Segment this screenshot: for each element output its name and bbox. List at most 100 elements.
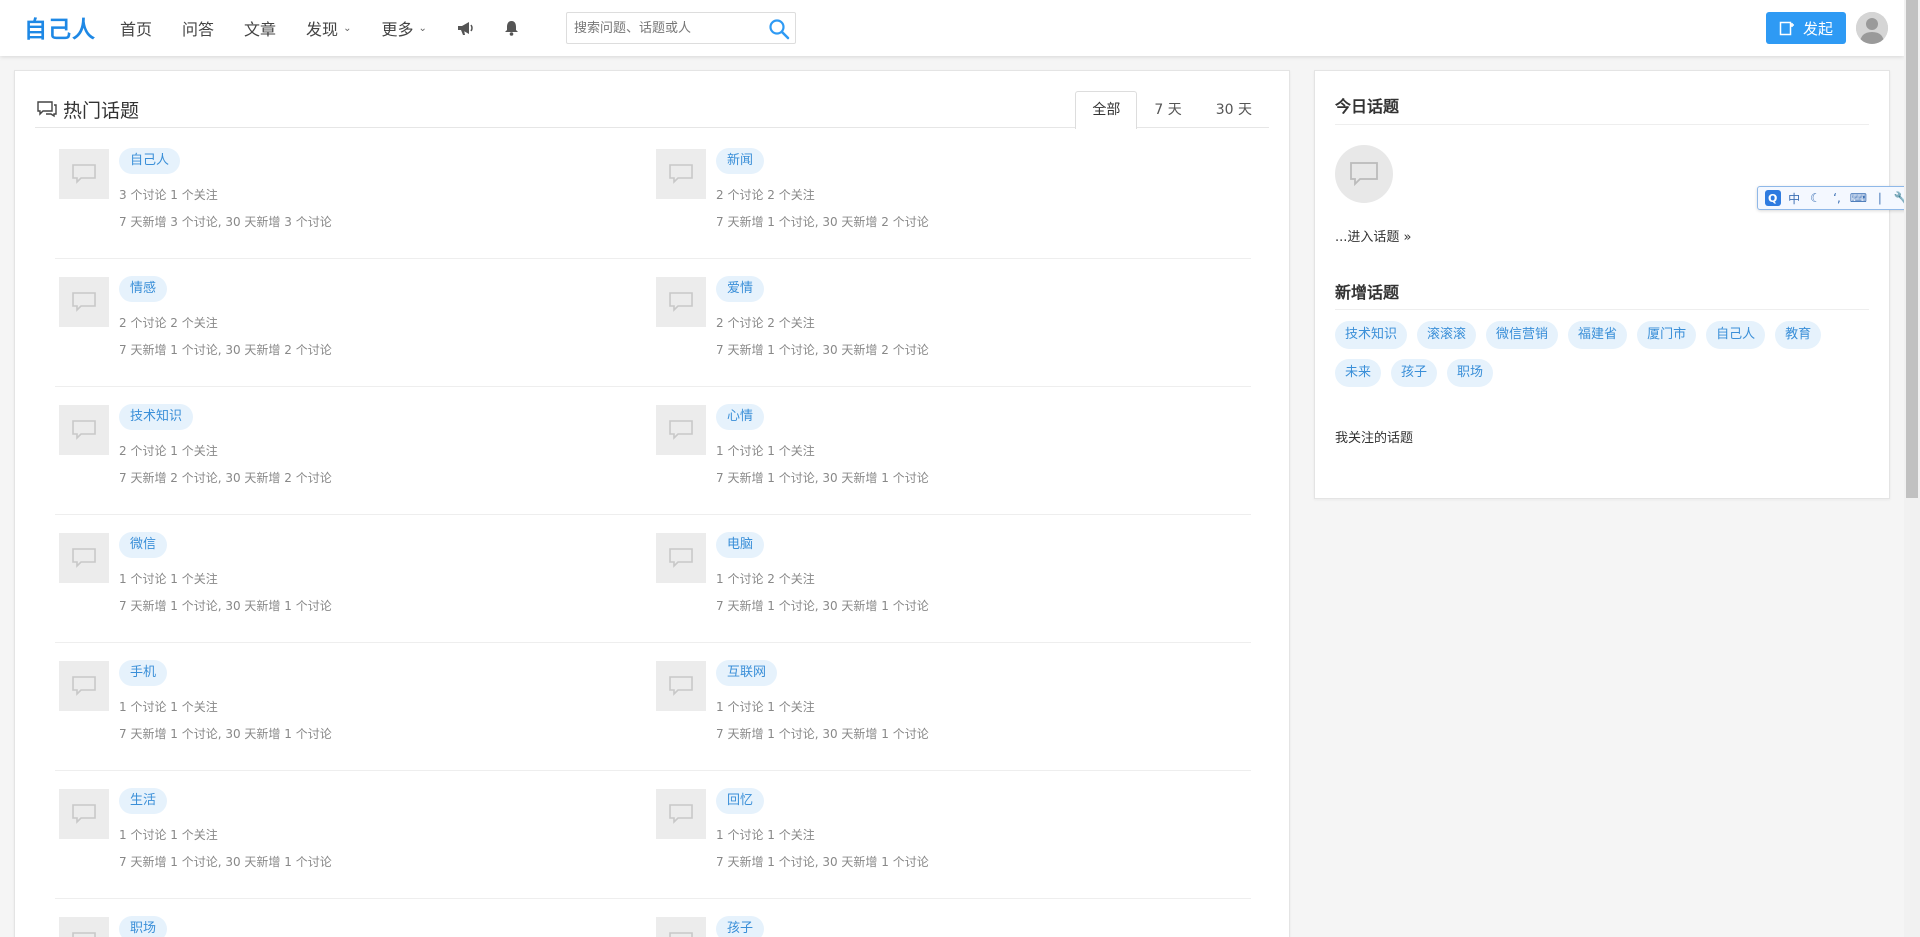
- comment-bubble-icon: [72, 676, 96, 696]
- topic-stats: 2 个讨论 2 个关注: [716, 188, 815, 202]
- topic-tag[interactable]: 技术知识: [1335, 321, 1408, 349]
- topic-thumbnail[interactable]: [656, 277, 706, 327]
- topic-thumbnail[interactable]: [59, 789, 109, 839]
- topic-tag[interactable]: 福建省: [1568, 321, 1628, 349]
- topic-tag[interactable]: 爱情: [716, 276, 765, 302]
- topic-recent-stats: 7 天新增 1 个讨论, 30 天新增 2 个讨论: [716, 215, 929, 229]
- topic-stats: 2 个讨论 2 个关注: [716, 316, 815, 330]
- divider: [1335, 309, 1869, 310]
- tab-30-days[interactable]: 30 天: [1199, 91, 1269, 129]
- topic-tag[interactable]: 互联网: [716, 660, 778, 686]
- topic-thumbnail[interactable]: [656, 789, 706, 839]
- topic-stats: 1 个讨论 2 个关注: [716, 572, 815, 586]
- ime-logo-icon[interactable]: Q: [1764, 190, 1781, 206]
- scrollbar-thumb[interactable]: [1906, 0, 1918, 498]
- tab-7-days[interactable]: 7 天: [1137, 91, 1198, 129]
- topic-thumbnail[interactable]: [59, 277, 109, 327]
- topic-thumbnail[interactable]: [59, 661, 109, 711]
- topic-tag[interactable]: 教育: [1775, 321, 1822, 349]
- nav-questions[interactable]: 问答: [182, 16, 214, 40]
- punctuation-icon[interactable]: ‘,: [1829, 190, 1845, 206]
- search-icon[interactable]: [767, 17, 791, 41]
- bell-icon[interactable]: [504, 20, 519, 36]
- comment-bubble-icon: [669, 548, 693, 568]
- top-navbar: 自己人 首页 问答 文章 发现 ⌄ 更多 ⌄ 发起: [0, 0, 1904, 56]
- topic-recent-stats: 7 天新增 1 个讨论, 30 天新增 2 个讨论: [716, 343, 929, 357]
- topic-tag[interactable]: 职场: [1447, 359, 1494, 387]
- topic-recent-stats: 7 天新增 1 个讨论, 30 天新增 2 个讨论: [119, 343, 332, 357]
- row-divider: [55, 386, 1251, 387]
- search-input[interactable]: [567, 13, 757, 43]
- compose-icon: [1779, 21, 1794, 36]
- topic-stats: 1 个讨论 1 个关注: [119, 828, 218, 842]
- topic-thumbnail[interactable]: [59, 149, 109, 199]
- topic-tag[interactable]: 厦门市: [1637, 321, 1697, 349]
- topic-tag[interactable]: 职场: [119, 916, 168, 937]
- hot-topics-panel: 热门话题 全部 7 天 30 天 自己人 3 个讨论 1 个关注 7 天新增 3 个…: [14, 70, 1290, 937]
- nav-home-label: 首页: [120, 20, 153, 39]
- comment-bubble-icon: [1350, 162, 1378, 187]
- topic-recent-stats: 7 天新增 1 个讨论, 30 天新增 1 个讨论: [716, 727, 929, 741]
- topic-tag[interactable]: 生活: [119, 788, 168, 814]
- topic-tag[interactable]: 微信营销: [1486, 321, 1559, 349]
- page-title-text: 热门话题: [63, 100, 140, 122]
- ime-toolbar: Q 中 ☾ ‘, ⌨ ∣ 🔧: [1757, 186, 1917, 210]
- topic-tag[interactable]: 心情: [716, 404, 765, 430]
- topic-thumbnail[interactable]: [656, 405, 706, 455]
- topic-recent-stats: 7 天新增 1 个讨论, 30 天新增 1 个讨论: [716, 471, 929, 485]
- topic-stats: 1 个讨论 1 个关注: [716, 444, 815, 458]
- topic-tag[interactable]: 手机: [119, 660, 168, 686]
- topic-tag[interactable]: 孩子: [1391, 359, 1438, 387]
- comments-icon: [37, 100, 57, 117]
- chevron-down-icon: ⌄: [343, 22, 352, 34]
- topic-thumbnail[interactable]: [656, 917, 706, 937]
- topic-tag[interactable]: 微信: [119, 532, 168, 558]
- split-icon[interactable]: ∣: [1872, 190, 1888, 206]
- topic-tag[interactable]: 孩子: [716, 916, 765, 937]
- topic-tag[interactable]: 情感: [119, 276, 168, 302]
- topic-tag[interactable]: 新闻: [716, 148, 765, 174]
- site-logo[interactable]: 自己人: [24, 10, 96, 44]
- topic-stats: 1 个讨论 1 个关注: [119, 700, 218, 714]
- megaphone-icon[interactable]: [457, 21, 474, 36]
- nav-articles[interactable]: 文章: [244, 16, 276, 40]
- today-topic-thumbnail[interactable]: [1335, 145, 1393, 203]
- enter-topic-link[interactable]: ...进入话题 »: [1335, 226, 1411, 245]
- topic-thumbnail[interactable]: [59, 533, 109, 583]
- topic-recent-stats: 7 天新增 1 个讨论, 30 天新增 1 个讨论: [716, 599, 929, 613]
- nav-more-dropdown[interactable]: 更多 ⌄: [381, 16, 426, 40]
- topic-tag[interactable]: 滚滚滚: [1417, 321, 1477, 349]
- topic-thumbnail[interactable]: [59, 917, 109, 937]
- topic-tag[interactable]: 回忆: [716, 788, 765, 814]
- topic-tag[interactable]: 未来: [1335, 359, 1382, 387]
- topic-tag[interactable]: 自己人: [1706, 321, 1766, 349]
- nav-home[interactable]: 首页: [120, 16, 152, 40]
- row-divider: [55, 898, 1251, 899]
- topic-thumbnail[interactable]: [59, 405, 109, 455]
- comment-bubble-icon: [669, 164, 693, 184]
- nav-discover-label: 发现: [306, 20, 339, 39]
- topic-thumbnail[interactable]: [656, 661, 706, 711]
- topic-stats: 3 个讨论 1 个关注: [119, 188, 218, 202]
- topic-thumbnail[interactable]: [656, 149, 706, 199]
- topic-recent-stats: 7 天新增 3 个讨论, 30 天新增 3 个讨论: [119, 215, 332, 229]
- nav-discover-dropdown[interactable]: 发现 ⌄: [306, 16, 351, 40]
- comment-bubble-icon: [72, 804, 96, 824]
- moon-icon[interactable]: ☾: [1808, 190, 1824, 206]
- topic-thumbnail[interactable]: [656, 533, 706, 583]
- keyboard-icon[interactable]: ⌨: [1850, 190, 1867, 206]
- divider: [1335, 124, 1869, 125]
- ime-mode-toggle[interactable]: 中: [1786, 190, 1802, 206]
- avatar[interactable]: [1856, 12, 1888, 44]
- comment-bubble-icon: [669, 932, 693, 937]
- new-topic-tags: 技术知识 滚滚滚 微信营销 福建省 厦门市 自己人 教育未来 孩子 职场: [1335, 321, 1875, 397]
- comment-bubble-icon: [669, 292, 693, 312]
- topic-tag[interactable]: 电脑: [716, 532, 765, 558]
- row-divider: [55, 258, 1251, 259]
- nav-questions-label: 问答: [182, 20, 215, 39]
- tab-all[interactable]: 全部: [1075, 91, 1138, 129]
- topic-tag[interactable]: 自己人: [119, 148, 181, 174]
- main-nav: 首页 问答 文章 发现 ⌄ 更多 ⌄: [120, 0, 549, 56]
- post-button[interactable]: 发起: [1766, 12, 1846, 44]
- topic-tag[interactable]: 技术知识: [119, 404, 194, 430]
